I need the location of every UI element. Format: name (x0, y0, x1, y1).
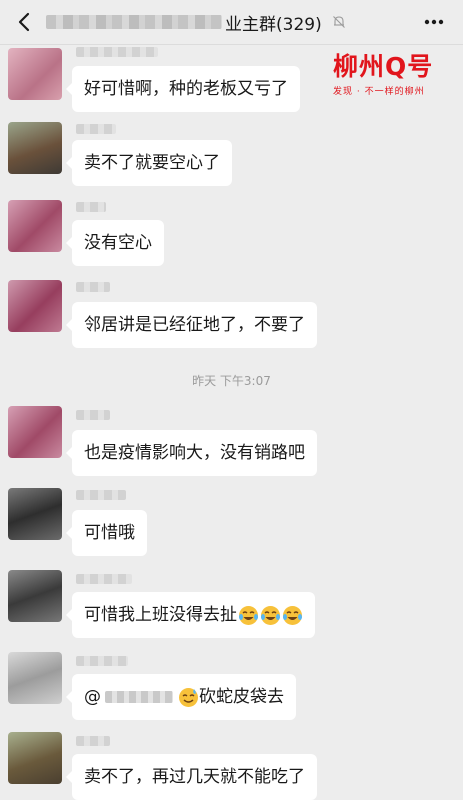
message-bubble[interactable]: 可惜哦 (66, 510, 147, 556)
muted-bell-icon (332, 16, 345, 28)
watermark-slogan: 发现 · 不一样的柳州 (333, 87, 425, 97)
tears-of-joy-emoji (239, 605, 258, 625)
sender-name-blurred (76, 490, 126, 500)
avatar[interactable] (8, 200, 62, 252)
avatar[interactable] (8, 488, 62, 540)
chat-timestamp: 昨天 下午3:07 (192, 374, 271, 388)
sweat-smile-emoji (179, 687, 198, 707)
tears-of-joy-emoji (283, 605, 302, 625)
message-bubble[interactable]: 卖不了，再过几天就不能吃了 (66, 754, 317, 800)
chat-title: 业主群(329) (46, 8, 372, 36)
chat-title-text: 业主群(329) (225, 14, 322, 35)
message-bubble[interactable]: 卖不了就要空心了 (66, 140, 232, 186)
sender-name-blurred (76, 574, 132, 584)
sender-name-blurred (76, 202, 106, 212)
message-bubble[interactable]: 好可惜啊，种的老板又亏了 (66, 66, 300, 112)
sender-name-blurred (76, 656, 128, 666)
tears-of-joy-emoji (261, 605, 280, 625)
avatar[interactable] (8, 732, 62, 784)
avatar[interactable] (8, 122, 62, 174)
blurred-group-name (46, 15, 222, 29)
avatar[interactable] (8, 406, 62, 458)
more-options-icon[interactable] (423, 12, 445, 32)
sender-name-blurred (76, 47, 158, 57)
back-arrow-icon[interactable] (14, 11, 36, 33)
sender-name-blurred (76, 410, 110, 420)
avatar[interactable] (8, 652, 62, 704)
mention-prefix: @ (84, 687, 101, 707)
message-bubble[interactable]: 没有空心 (66, 220, 164, 266)
message-bubble[interactable]: 邻居讲是已经征地了，不要了 (66, 302, 317, 348)
sender-name-blurred (76, 736, 110, 746)
message-text: 砍蛇皮袋去 (199, 687, 284, 707)
watermark-logo: 柳州Q号 发现 · 不一样的柳州 (333, 52, 445, 116)
chat-header: 业主群(329) (0, 0, 463, 45)
avatar[interactable] (8, 48, 62, 100)
message-text: 可惜我上班没得去扯 (84, 605, 237, 625)
sender-name-blurred (76, 124, 116, 134)
avatar[interactable] (8, 570, 62, 622)
message-bubble[interactable]: @ 砍蛇皮袋去 (66, 674, 296, 720)
message-bubble[interactable]: 可惜我上班没得去扯 (66, 592, 315, 638)
watermark-brand: 柳州Q号 (333, 52, 434, 81)
sender-name-blurred (76, 282, 110, 292)
avatar[interactable] (8, 280, 62, 332)
mentioned-user-blurred (105, 691, 173, 703)
message-bubble[interactable]: 也是疫情影响大，没有销路吧 (66, 430, 317, 476)
